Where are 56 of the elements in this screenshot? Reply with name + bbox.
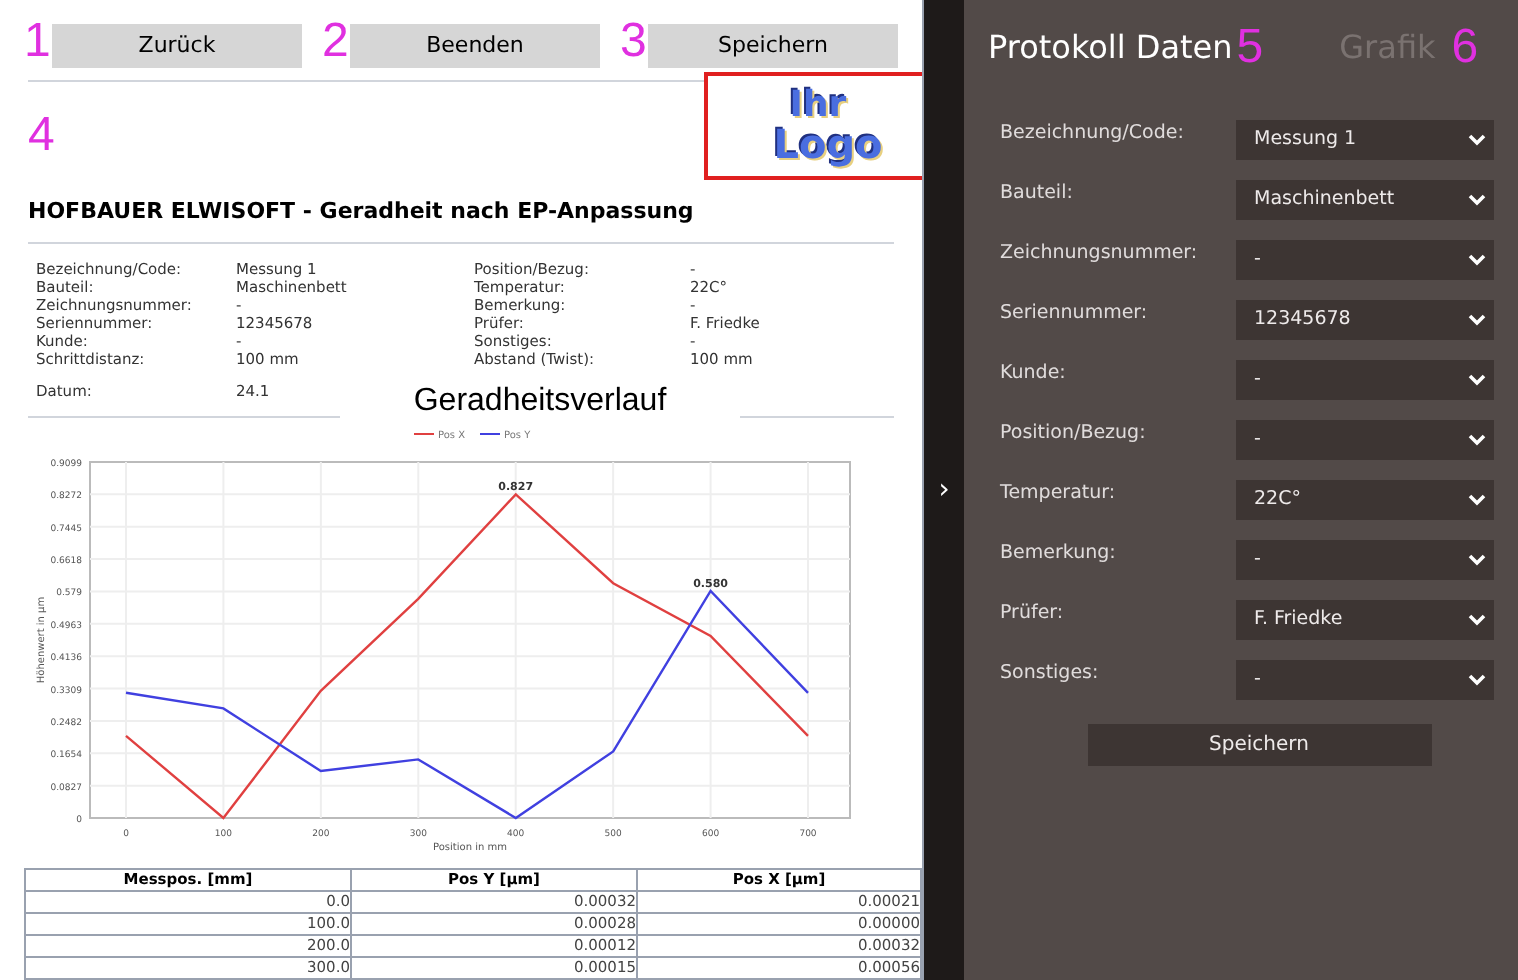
marker-number: 2 [322, 18, 350, 66]
dropdown-value: - [1254, 545, 1261, 574]
dropdown[interactable]: - [1236, 540, 1494, 580]
panel-tab[interactable]: Protokoll Daten [988, 32, 1233, 64]
save-button[interactable]: Speichern [1087, 724, 1431, 766]
chevron-down-icon [1468, 674, 1486, 686]
dropdown[interactable]: - [1236, 240, 1494, 280]
chart-title: Geradheitsverlauf [340, 380, 740, 424]
dropdown[interactable]: - [1236, 420, 1494, 460]
collapse-handle[interactable]: › [938, 476, 950, 504]
dropdown[interactable]: Messung 1 [1236, 120, 1494, 160]
toolbar-button[interactable]: Beenden [350, 24, 600, 68]
dropdown[interactable]: - [1236, 660, 1494, 700]
dropdown-value: - [1254, 245, 1261, 274]
marker-number: 1 [24, 18, 52, 66]
report-heading: HOFBAUER ELWISOFT - Geradheit nach EP-Anpassung [26, 196, 696, 228]
marker-number: 4 [28, 112, 55, 160]
dropdown-value: 22C° [1254, 485, 1301, 514]
chevron-down-icon [1468, 194, 1486, 206]
chevron-down-icon [1468, 374, 1486, 386]
field-label: Zeichnungsnummer: [1000, 240, 1200, 268]
dropdown[interactable]: 12345678 [1236, 300, 1494, 340]
chevron-down-icon [1468, 554, 1486, 566]
marker-number: 3 [620, 18, 648, 66]
logo-text: Logo [773, 124, 883, 164]
chevron-down-icon [1468, 434, 1486, 446]
dropdown[interactable]: - [1236, 360, 1494, 400]
dropdown-value: 12345678 [1254, 305, 1351, 334]
dropdown[interactable]: Maschinenbett [1236, 180, 1494, 220]
dropdown-value: - [1254, 365, 1261, 394]
logo-text: Ihr [789, 88, 847, 124]
chevron-down-icon [1468, 254, 1486, 266]
field-label: Position/Bezug: [1000, 420, 1148, 448]
chevron-down-icon [1468, 494, 1486, 506]
field-label: Bauteil: [1000, 180, 1075, 208]
field-label: Prüfer: [1000, 600, 1066, 628]
dropdown-value: Maschinenbett [1254, 185, 1395, 214]
field-label: Bemerkung: [1000, 540, 1118, 568]
toolbar-button[interactable]: Zurück [52, 24, 302, 68]
dropdown[interactable]: F. Friedke [1236, 600, 1494, 640]
field-label: Kunde: [1000, 360, 1068, 388]
dropdown-value: F. Friedke [1254, 605, 1343, 634]
field-label: Bezeichnung/Code: [1000, 120, 1186, 148]
dropdown-value: - [1254, 425, 1261, 454]
field-label: Seriennummer: [1000, 300, 1150, 328]
dropdown-value: Messung 1 [1254, 125, 1357, 154]
toolbar-button[interactable]: Speichern [648, 24, 898, 68]
chevron-down-icon [1468, 614, 1486, 626]
marker-number: 6 [1451, 24, 1479, 72]
chevron-down-icon [1468, 134, 1486, 146]
field-label: Temperatur: [1000, 480, 1118, 508]
marker-number: 5 [1236, 24, 1264, 72]
dropdown[interactable]: 22C° [1236, 480, 1494, 520]
chevron-down-icon [1468, 314, 1486, 326]
field-label: Sonstiges: [1000, 660, 1101, 688]
dropdown-value: - [1254, 665, 1261, 694]
